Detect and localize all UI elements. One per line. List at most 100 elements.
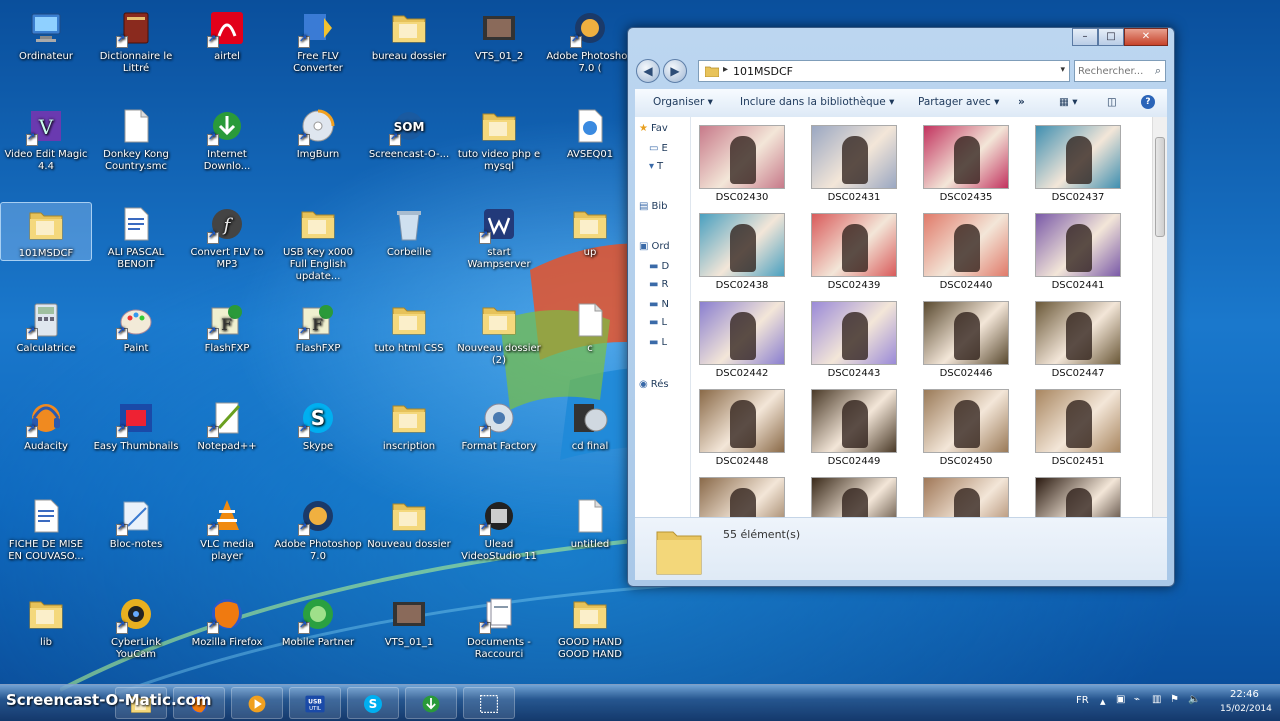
desktop-icon-calculatrice[interactable]: Calculatrice (0, 298, 92, 355)
desktop-icon-screencast-o[interactable]: SOM Screencast-O-... (363, 104, 455, 161)
taskbar-app-download-manager[interactable] (405, 687, 457, 719)
nav-item[interactable]: ▭ E (649, 143, 668, 154)
nav-item[interactable]: ▬ N (649, 299, 669, 310)
desktop-icon-nouveau-dossier[interactable]: Nouveau dossier (363, 494, 455, 551)
file-thumbnail[interactable]: DSC02439 (809, 213, 899, 291)
desktop-icon-vlc-media-player[interactable]: VLC media player (181, 494, 273, 563)
desktop-icon-free-flv-converter[interactable]: Free FLV Converter (272, 6, 364, 75)
file-thumbnail[interactable]: DSC02450 (921, 389, 1011, 467)
file-thumbnail[interactable]: DSC02443 (809, 301, 899, 379)
search-icon[interactable]: ⌕ (1155, 64, 1161, 78)
file-thumbnail[interactable]: DSC02446 (921, 301, 1011, 379)
nav-item[interactable]: ▬ L (649, 317, 667, 328)
clock-date[interactable]: 15/02/2014 (1220, 704, 1272, 714)
nav-item[interactable]: ▬ R (649, 279, 668, 290)
view-options-icon[interactable]: ▦ ▾ (1059, 96, 1078, 108)
desktop-icon-skype[interactable]: S Skype (272, 396, 364, 453)
desktop-icon-avseq01[interactable]: AVSEQ01 (544, 104, 636, 161)
nav-item[interactable]: ▣ Ord (639, 241, 670, 252)
desktop-icon-start-wampserver[interactable]: start Wampserver (453, 202, 545, 271)
desktop-icon-mozilla-firefox[interactable]: Mozilla Firefox (181, 592, 273, 649)
desktop-icon-usb-key-x000-full-english-update[interactable]: USB Key x000 Full English update... (272, 202, 364, 283)
show-hidden-icons[interactable]: ▴ (1100, 695, 1106, 708)
share-with-button[interactable]: Partager avec ▾ (918, 96, 999, 108)
minimize-button[interactable]: – (1072, 28, 1098, 46)
desktop-icon-good-hand-good-hand[interactable]: GOOD HAND GOOD HAND (544, 592, 636, 661)
desktop-icon-vts-01-1[interactable]: VTS_01_1 (363, 592, 455, 649)
desktop-icon-documents-raccourci[interactable]: Documents - Raccourci (453, 592, 545, 661)
nav-item[interactable]: ▬ L (649, 337, 667, 348)
desktop-icon-untitled[interactable]: untitled (544, 494, 636, 551)
language-indicator[interactable]: FR (1076, 695, 1089, 706)
desktop-icon-lib[interactable]: lib (0, 592, 92, 649)
breadcrumb-separator[interactable]: ▸ (723, 64, 728, 75)
desktop-icon-easy-thumbnails[interactable]: Easy Thumbnails (90, 396, 182, 453)
file-thumbnail[interactable]: DSC02447 (1033, 301, 1123, 379)
desktop-icon-ulead-videostudio-11[interactable]: Ulead VideoStudio 11 (453, 494, 545, 563)
desktop-icon-vts-01-2[interactable]: VTS_01_2 (453, 6, 545, 63)
preview-pane-icon[interactable]: ◫ (1107, 96, 1117, 108)
taskbar-app-usb-util[interactable]: USB UTIL (289, 687, 341, 719)
desktop-icon-paint[interactable]: Paint (90, 298, 182, 355)
desktop-icon-audacity[interactable]: Audacity (0, 396, 92, 453)
device-icon[interactable]: ▣ (1116, 694, 1125, 705)
file-thumbnail[interactable]: DSC02451 (1033, 389, 1123, 467)
nav-item[interactable]: ▤ Bib (639, 201, 667, 212)
file-thumbnail[interactable]: DSC02442 (697, 301, 787, 379)
network-icon[interactable]: ▥ (1152, 694, 1161, 705)
file-thumbnail[interactable]: DSC02441 (1033, 213, 1123, 291)
file-thumbnail[interactable]: DSC02431 (809, 125, 899, 203)
desktop-icon-up[interactable]: up (544, 202, 636, 259)
nav-item[interactable]: ◉ Rés (639, 379, 669, 390)
desktop-icon-bloc-notes[interactable]: Bloc-notes (90, 494, 182, 551)
usb-icon[interactable]: ⌁ (1134, 694, 1140, 705)
desktop-icon-adobe-photoshop-7-0[interactable]: Adobe Photoshop 7.0 (272, 494, 364, 563)
close-button[interactable]: ✕ (1124, 28, 1168, 46)
action-center-icon[interactable]: ⚑ (1170, 694, 1179, 705)
desktop-icon-ordinateur[interactable]: Ordinateur (0, 6, 92, 63)
taskbar-app-screen-capture[interactable] (463, 687, 515, 719)
desktop-icon-flashfxp[interactable]: F FlashFXP (272, 298, 364, 355)
desktop-icon-dictionnaire-le-littr[interactable]: Dictionnaire le Littré (90, 6, 182, 75)
organize-button[interactable]: Organiser ▾ (653, 96, 713, 108)
more-commands-button[interactable]: » (1018, 96, 1025, 108)
desktop-icon-tuto-video-php-e-mysql[interactable]: tuto video php e mysql (453, 104, 545, 173)
desktop-icon-convert-flv-to-mp3[interactable]: f Convert FLV to MP3 (181, 202, 273, 271)
desktop-icon-internet-downlo[interactable]: Internet Downlo... (181, 104, 273, 173)
address-dropdown-icon[interactable]: ▾ (1060, 65, 1065, 75)
file-thumbnail[interactable] (697, 477, 787, 517)
desktop-icon-format-factory[interactable]: Format Factory (453, 396, 545, 453)
nav-item[interactable]: ▬ D (649, 261, 669, 272)
include-library-button[interactable]: Inclure dans la bibliothèque ▾ (740, 96, 894, 108)
desktop-icon-cyberlink-youcam[interactable]: CyberLink YouCam (90, 592, 182, 661)
desktop-icon-tuto-html-css[interactable]: tuto html CSS (363, 298, 455, 355)
desktop-icon-video-edit-magic-4-4[interactable]: V Video Edit Magic 4.4 (0, 104, 92, 173)
file-thumbnail[interactable] (921, 477, 1011, 517)
file-thumbnail[interactable] (1033, 477, 1123, 517)
desktop-icon-imgburn[interactable]: ImgBurn (272, 104, 364, 161)
file-thumbnail[interactable]: DSC02438 (697, 213, 787, 291)
desktop-icon-fiche-de-mise-en-couvaso[interactable]: FICHE DE MISE EN COUVASO... (0, 494, 92, 563)
desktop-icon-nouveau-dossier-2[interactable]: Nouveau dossier (2) (453, 298, 545, 367)
forward-button[interactable]: ▶ (663, 59, 687, 83)
desktop-icon-bureau-dossier[interactable]: bureau dossier (363, 6, 455, 63)
desktop-icon-corbeille[interactable]: Corbeille (363, 202, 455, 259)
clock-time[interactable]: 22:46 (1230, 689, 1259, 700)
maximize-button[interactable]: □ (1098, 28, 1124, 46)
breadcrumb-101msdcf[interactable]: 101MSDCF (733, 65, 793, 78)
desktop-icon-c[interactable]: c (544, 298, 636, 355)
file-thumbnail[interactable]: DSC02430 (697, 125, 787, 203)
desktop-icon-mobile-partner[interactable]: Mobile Partner (272, 592, 364, 649)
scroll-thumb[interactable] (1155, 137, 1165, 237)
desktop-icon-inscription[interactable]: inscription (363, 396, 455, 453)
desktop-icon-ali-pascal-benoit[interactable]: ALI PASCAL BENOIT (90, 202, 182, 271)
desktop-icon-notepad[interactable]: Notepad++ (181, 396, 273, 453)
help-icon[interactable]: ? (1141, 95, 1155, 109)
file-thumbnail[interactable]: DSC02448 (697, 389, 787, 467)
back-button[interactable]: ◀ (636, 59, 660, 83)
volume-icon[interactable]: 🔈 (1188, 694, 1200, 705)
file-thumbnail[interactable]: DSC02437 (1033, 125, 1123, 203)
nav-item[interactable]: ▾ T (649, 161, 663, 172)
explorer-window[interactable]: – □ ✕ ◀ ▶ ▸ 101MSDCF ▾ ⟳ ⌕ Organiser ▾ I… (627, 27, 1175, 587)
file-thumbnail[interactable]: DSC02435 (921, 125, 1011, 203)
